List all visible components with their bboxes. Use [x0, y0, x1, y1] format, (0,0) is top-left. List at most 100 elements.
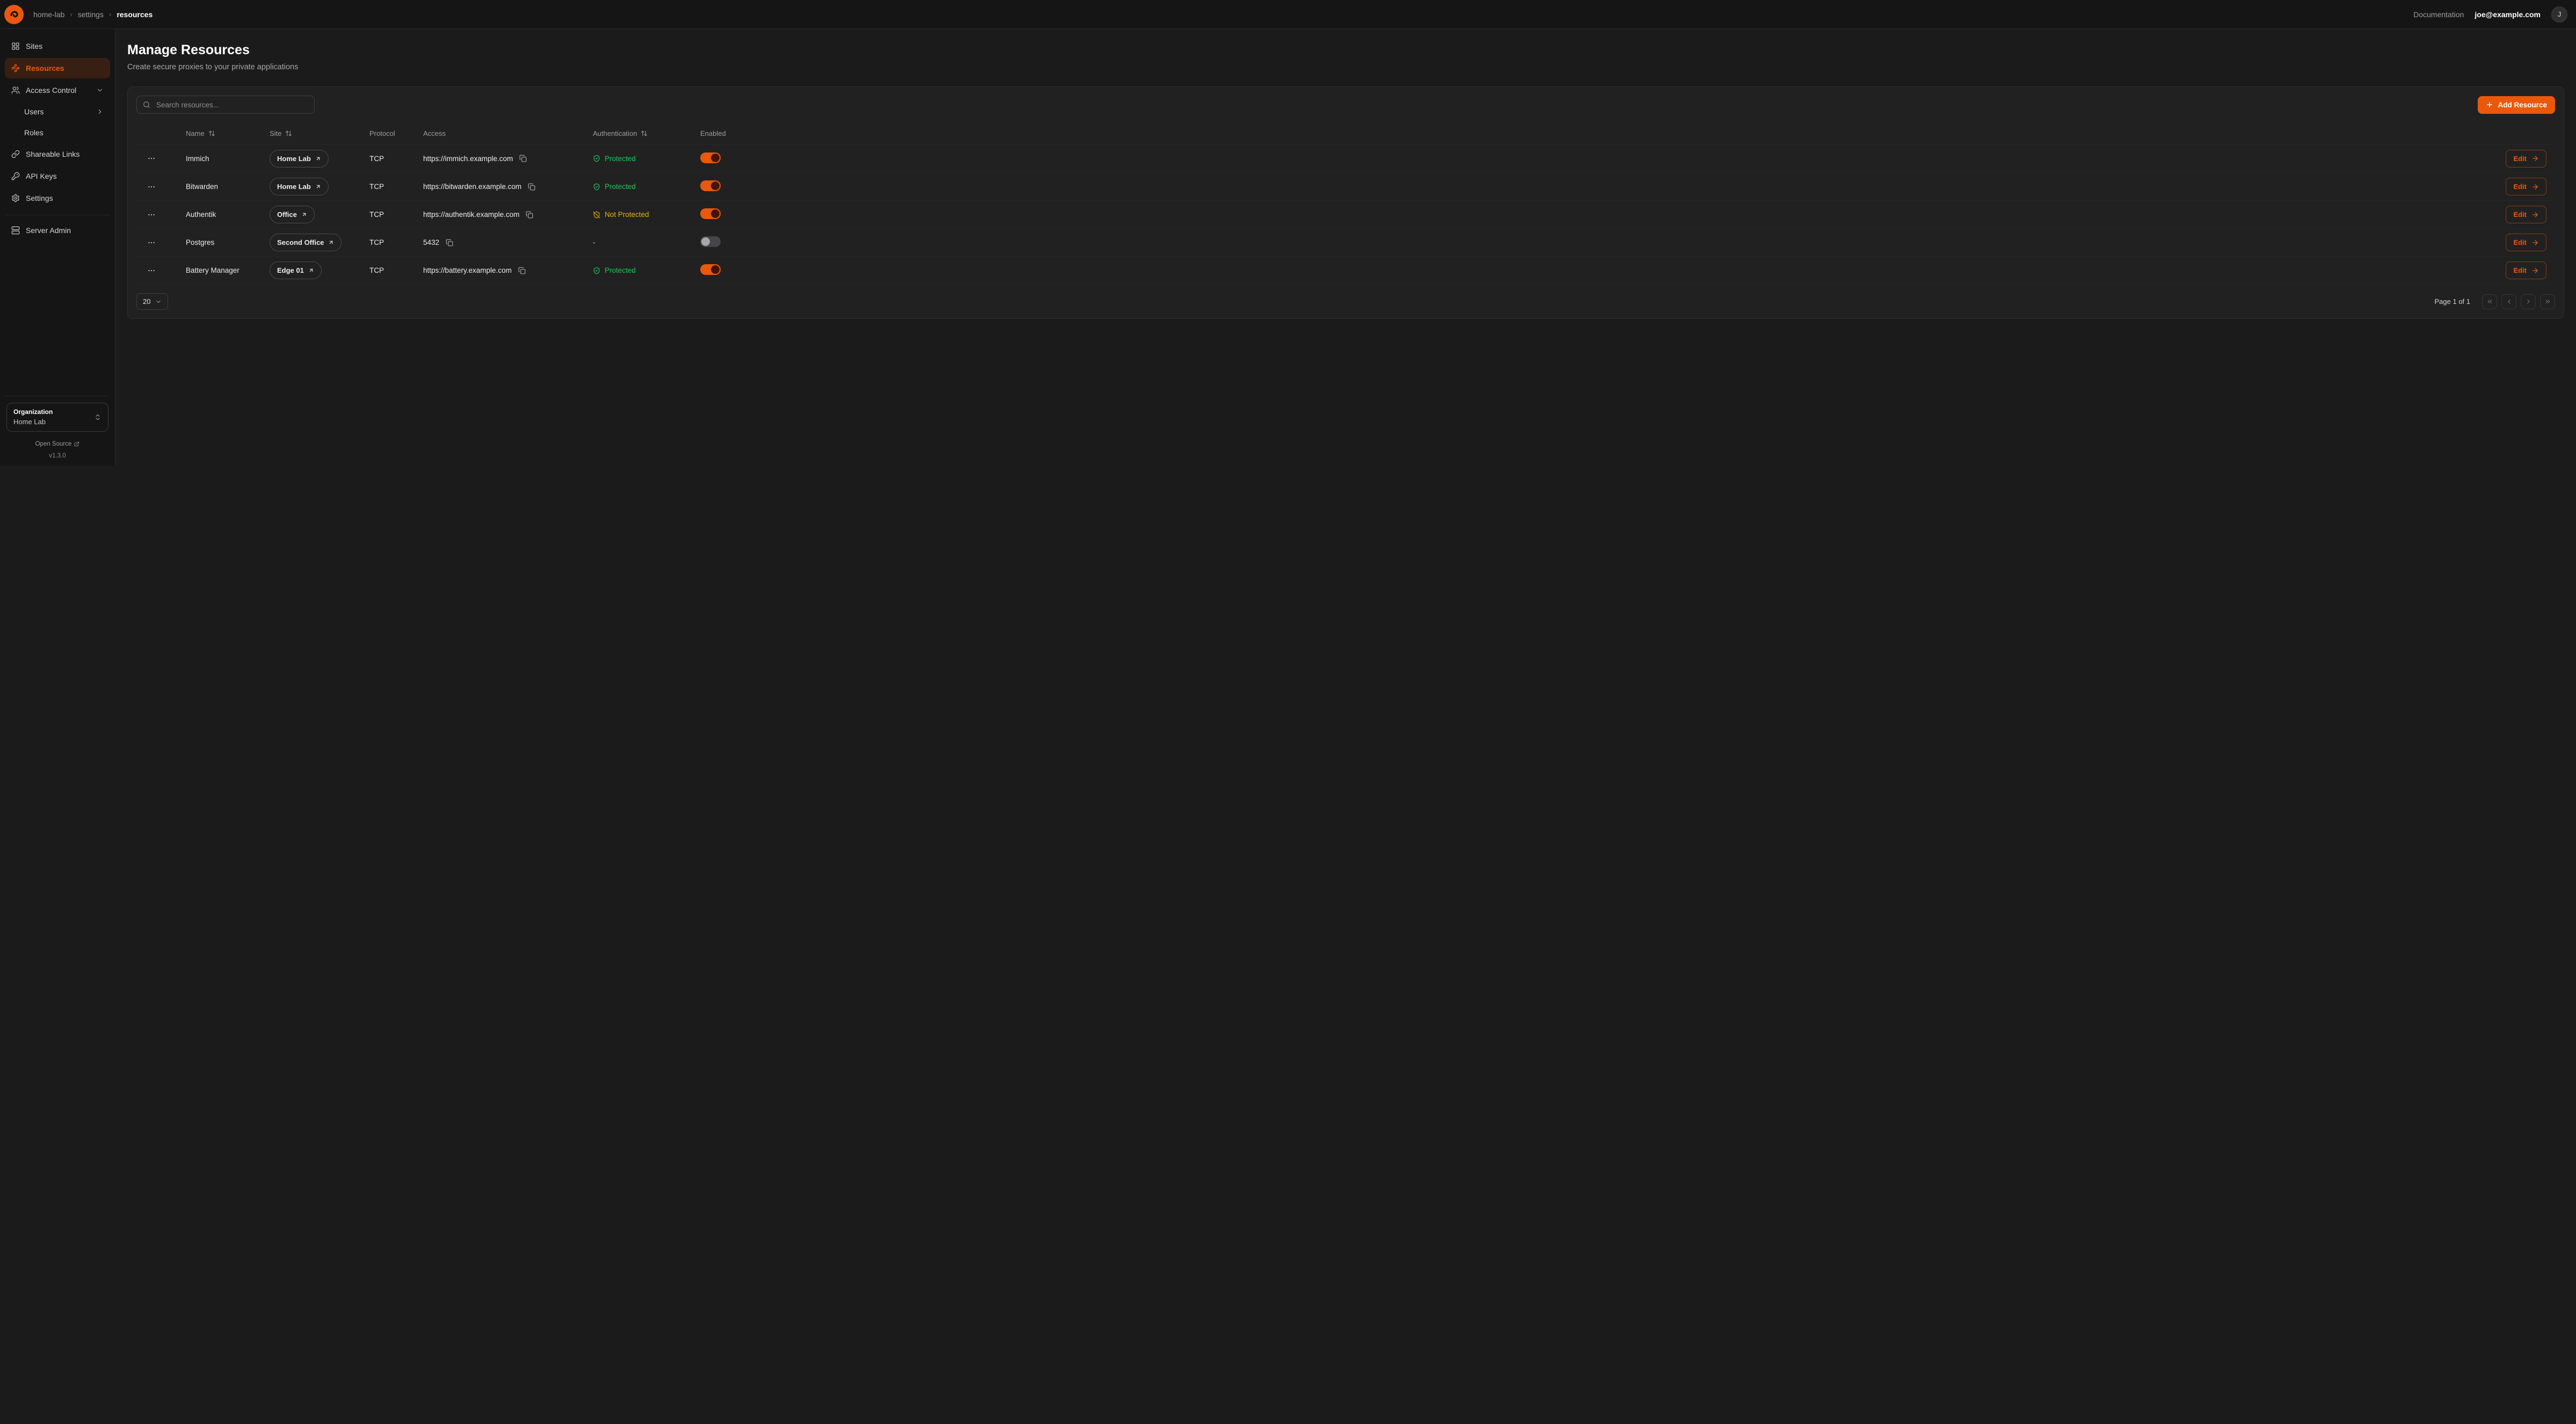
breadcrumb-home-lab[interactable]: home-lab: [33, 10, 64, 19]
pagination-next-button[interactable]: [2521, 294, 2536, 309]
edit-button-label: Edit: [2513, 238, 2527, 246]
column-label: Enabled: [700, 129, 726, 137]
enabled-toggle[interactable]: [700, 152, 721, 163]
user-email[interactable]: joe@example.com: [2475, 10, 2541, 19]
sidebar-item-api-keys[interactable]: API Keys: [5, 166, 110, 186]
row-name: Battery Manager: [186, 266, 270, 274]
documentation-link[interactable]: Documentation: [2413, 10, 2464, 19]
chevron-right-icon: [2525, 298, 2532, 305]
copy-button[interactable]: [525, 210, 534, 220]
arrow-up-right-icon: [328, 239, 334, 245]
add-resource-button[interactable]: Add Resource: [2478, 96, 2555, 114]
breadcrumb-settings[interactable]: settings: [78, 10, 104, 19]
copy-icon: [528, 183, 535, 191]
sidebar-item-settings[interactable]: Settings: [5, 188, 110, 208]
waypoints-icon: [11, 64, 20, 72]
sort-icon: [641, 130, 648, 137]
sidebar-item-label: Users: [24, 107, 44, 116]
site-link-button[interactable]: Edge 01: [270, 261, 322, 279]
main-content: Manage Resources Create secure proxies t…: [115, 29, 2576, 466]
site-link-button[interactable]: Office: [270, 206, 315, 223]
row-menu-button[interactable]: [145, 264, 158, 277]
row-protocol: TCP: [369, 266, 423, 274]
shield-check-icon: [593, 183, 600, 191]
server-icon: [11, 226, 20, 235]
column-protocol: Protocol: [369, 129, 423, 137]
edit-button[interactable]: Edit: [2506, 178, 2546, 195]
page-size-select[interactable]: 20: [136, 293, 168, 310]
edit-button[interactable]: Edit: [2506, 206, 2546, 223]
avatar[interactable]: J: [2551, 6, 2567, 23]
search-input[interactable]: [155, 100, 308, 110]
sidebar-item-shareable-links[interactable]: Shareable Links: [5, 144, 110, 164]
enabled-toggle[interactable]: [700, 264, 721, 275]
pagination-prev-button[interactable]: [2501, 294, 2516, 309]
ellipsis-icon: [147, 266, 156, 275]
edit-button-label: Edit: [2513, 183, 2527, 191]
copy-button[interactable]: [445, 238, 454, 248]
copy-button[interactable]: [518, 154, 528, 163]
enabled-toggle[interactable]: [700, 180, 721, 191]
app-logo[interactable]: [4, 5, 24, 24]
row-menu-button[interactable]: [145, 180, 158, 193]
row-menu-button[interactable]: [145, 236, 158, 249]
topbar: home-lab › settings › resources Document…: [0, 0, 2576, 29]
chevrons-up-down-icon: [94, 413, 101, 421]
enabled-toggle[interactable]: [700, 208, 721, 219]
edit-button-label: Edit: [2513, 210, 2527, 219]
sidebar-item-label: Roles: [24, 128, 43, 137]
row-access: https://bitwarden.example.com: [423, 183, 521, 191]
copy-button[interactable]: [527, 182, 536, 192]
column-enabled: Enabled: [700, 129, 775, 137]
row-name: Postgres: [186, 238, 270, 246]
arrow-right-icon: [2531, 155, 2539, 162]
column-name[interactable]: Name: [186, 129, 270, 137]
chevron-down-icon: [96, 86, 104, 94]
gear-icon: [11, 194, 20, 202]
pagination-first-button[interactable]: [2482, 294, 2497, 309]
sidebar-item-server-admin[interactable]: Server Admin: [5, 220, 110, 241]
ellipsis-icon: [147, 238, 156, 247]
column-label: Access: [423, 129, 446, 137]
row-protocol: TCP: [369, 183, 423, 191]
toggle-knob: [711, 154, 720, 162]
arrow-right-icon: [2531, 239, 2539, 246]
site-link-button[interactable]: Home Lab: [270, 178, 329, 195]
table-row: Postgres Second Office TCP 5432: [136, 228, 2555, 256]
site-link-button[interactable]: Second Office: [270, 234, 342, 251]
site-pill-label: Home Lab: [277, 155, 311, 163]
sidebar-item-users[interactable]: Users: [5, 102, 110, 121]
column-label: Site: [270, 129, 281, 137]
sidebar-item-roles[interactable]: Roles: [5, 123, 110, 142]
column-site[interactable]: Site: [270, 129, 369, 137]
open-source-link[interactable]: Open Source: [4, 440, 111, 448]
enabled-toggle[interactable]: [700, 236, 721, 247]
site-link-button[interactable]: Home Lab: [270, 150, 329, 168]
sidebar-item-sites[interactable]: Sites: [5, 36, 110, 56]
sidebar-item-label: Settings: [26, 194, 53, 202]
edit-button[interactable]: Edit: [2506, 150, 2546, 168]
page-subtitle: Create secure proxies to your private ap…: [127, 63, 2564, 71]
copy-icon: [519, 155, 527, 162]
site-pill-label: Edge 01: [277, 266, 304, 274]
sidebar: Sites Resources Access Control Users: [0, 29, 115, 466]
copy-icon: [518, 267, 526, 274]
arrow-up-right-icon: [301, 212, 307, 217]
sidebar-item-resources[interactable]: Resources: [5, 58, 110, 78]
copy-button[interactable]: [517, 266, 527, 275]
breadcrumb-separator: ›: [109, 10, 111, 18]
table-row: Bitwarden Home Lab TCP https://bitwarden…: [136, 172, 2555, 200]
auth-status: Protected: [593, 183, 700, 191]
organization-selector[interactable]: Organization Home Lab: [6, 403, 108, 432]
row-menu-button[interactable]: [145, 208, 158, 221]
breadcrumb-resources: resources: [117, 10, 153, 19]
edit-button[interactable]: Edit: [2506, 261, 2546, 279]
pagination-last-button[interactable]: [2540, 294, 2555, 309]
sidebar-item-access-control[interactable]: Access Control: [5, 80, 110, 100]
column-label: Protocol: [369, 129, 395, 137]
row-menu-button[interactable]: [145, 152, 158, 165]
external-link-icon: [74, 441, 79, 447]
breadcrumb: home-lab › settings › resources: [33, 10, 153, 19]
edit-button[interactable]: Edit: [2506, 234, 2546, 251]
column-authentication[interactable]: Authentication: [593, 129, 700, 137]
